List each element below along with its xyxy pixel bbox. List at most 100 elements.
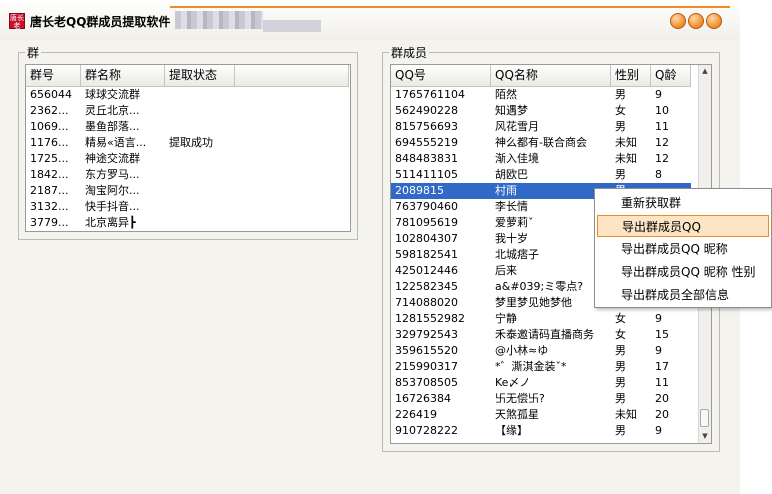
qq-number-cell: 763790460 xyxy=(395,200,458,213)
extract-status-cell: 提取成功 xyxy=(169,136,213,149)
member-row[interactable]: 910728222 【缘】 男 9 xyxy=(391,423,691,439)
qq-name-cell: 爱萝莉ˇ xyxy=(495,216,534,229)
group-name-cell: 北京离异┣ xyxy=(85,216,136,229)
groups-list[interactable]: 群号 群名称 提取状态 656044 球球交流群 2362... 灵丘北京... 106… xyxy=(25,64,351,232)
gender-cell: 男 xyxy=(615,120,626,133)
group-name-cell: 灵丘北京... xyxy=(85,104,140,117)
groups-list-header: 群号 群名称 提取状态 xyxy=(26,65,349,87)
gender-cell: 未知 xyxy=(615,152,637,165)
context-menu-item[interactable]: 重新获取群 xyxy=(597,192,769,214)
member-row[interactable]: 329792543 禾泰邀请码直播商务 女 15 xyxy=(391,327,691,343)
column-header-qq-age[interactable]: Q龄 xyxy=(651,65,691,87)
group-row[interactable]: 1842... 东方罗马... xyxy=(26,167,235,183)
group-id-cell: 2187... xyxy=(30,184,69,197)
group-id-cell: 1842... xyxy=(30,168,69,181)
qq-age-cell: 20 xyxy=(655,392,669,405)
extract-status-cell xyxy=(165,215,235,231)
qq-number-cell: 102804307 xyxy=(395,232,458,245)
member-row[interactable]: 16726384 卐无偿卐? 男 20 xyxy=(391,391,691,407)
column-header-extract-status[interactable]: 提取状态 xyxy=(165,65,235,87)
qq-age-cell: 12 xyxy=(655,136,669,149)
member-row[interactable]: 848483831 渐入佳境 未知 12 xyxy=(391,151,691,167)
qq-name-cell: 北城痞子 xyxy=(495,248,539,261)
qq-number-cell: 815756693 xyxy=(395,120,458,133)
qq-age-cell: 9 xyxy=(655,344,662,357)
gender-cell: 未知 xyxy=(615,408,637,421)
column-header-qq-name[interactable]: QQ名称 xyxy=(491,65,611,87)
qq-age-cell: 10 xyxy=(655,104,669,117)
member-row[interactable]: 1765761104 陌然 男 9 xyxy=(391,87,691,103)
maximize-button[interactable] xyxy=(688,13,704,29)
qq-age-cell: 12 xyxy=(655,152,669,165)
member-row[interactable]: 1281552982 宁静 女 9 xyxy=(391,311,691,327)
qq-name-cell: @小林≈ゆ xyxy=(495,344,549,357)
gender-cell: 女 xyxy=(615,104,626,117)
group-row[interactable]: 2362... 灵丘北京... xyxy=(26,103,235,119)
qq-name-cell: 【缘】 xyxy=(495,424,528,437)
group-name-cell: 东方罗马... xyxy=(85,168,140,181)
group-row[interactable]: 656044 球球交流群 xyxy=(26,87,235,103)
redacted-title-area xyxy=(175,11,263,29)
group-row[interactable]: 1069... 墨鱼部落... xyxy=(26,119,235,135)
window-title: 唐长老QQ群成员提取软件 xyxy=(30,15,171,29)
qq-age-cell: 9 xyxy=(655,312,662,325)
close-button[interactable] xyxy=(706,13,722,29)
qq-number-cell: 562490228 xyxy=(395,104,458,117)
scroll-down-arrow-icon[interactable]: ▼ xyxy=(699,430,711,443)
qq-number-cell: 329792543 xyxy=(395,328,458,341)
qq-number-cell: 511411105 xyxy=(395,168,458,181)
qq-name-cell: 我十岁 xyxy=(495,232,528,245)
member-row[interactable]: 815756693 风花雪月 男 11 xyxy=(391,119,691,135)
member-row[interactable]: 562490228 知遇梦 女 10 xyxy=(391,103,691,119)
qq-number-cell: 598182541 xyxy=(395,248,458,261)
column-header-group-name[interactable]: 群名称 xyxy=(81,65,165,87)
qq-name-cell: *゛澌淇金装ˇ* xyxy=(495,360,567,373)
gender-cell: 男 xyxy=(615,344,626,357)
scroll-up-arrow-icon[interactable]: ▲ xyxy=(699,65,711,78)
qq-name-cell: 天煞孤星 xyxy=(495,408,539,421)
title-bar[interactable]: 唐长老 唐长老QQ群成员提取软件 xyxy=(0,0,740,40)
gender-cell: 男 xyxy=(615,88,626,101)
group-row[interactable]: 2187... 淘宝阿尔... xyxy=(26,183,235,199)
member-row[interactable]: 226419 天煞孤星 未知 20 xyxy=(391,407,691,423)
context-menu-item[interactable]: 导出群成员全部信息 xyxy=(597,284,769,306)
redacted-title-area-2 xyxy=(263,20,321,32)
member-row[interactable]: 694555219 神么都有-联合商会 未知 12 xyxy=(391,135,691,151)
qq-number-cell: 1281552982 xyxy=(395,312,465,325)
extract-status-cell xyxy=(165,103,235,119)
qq-name-cell: 李长情 xyxy=(495,200,528,213)
gender-cell: 男 xyxy=(615,392,626,405)
member-row[interactable]: 215990317 *゛澌淇金装ˇ* 男 17 xyxy=(391,359,691,375)
group-id-cell: 3132... xyxy=(30,200,69,213)
minimize-button[interactable] xyxy=(670,13,686,29)
group-row[interactable]: 3132... 快手抖音... xyxy=(26,199,235,215)
scroll-thumb[interactable] xyxy=(700,409,709,427)
group-name-cell: 淘宝阿尔... xyxy=(85,184,140,197)
member-row[interactable]: 511411105 胡欧巴 男 8 xyxy=(391,167,691,183)
qq-number-cell: 215990317 xyxy=(395,360,458,373)
group-id-cell: 1176... xyxy=(30,136,69,149)
member-row[interactable]: 853708505 Ke〆ノ 男 11 xyxy=(391,375,691,391)
group-row[interactable]: 3779... 北京离异┣ xyxy=(26,215,235,231)
gender-cell: 女 xyxy=(615,312,626,325)
qq-number-cell: 1765761104 xyxy=(395,88,465,101)
group-row[interactable]: 1725... 神途交流群 xyxy=(26,151,235,167)
member-row[interactable]: 359615520 @小林≈ゆ 男 9 xyxy=(391,343,691,359)
context-menu-item[interactable]: 导出群成员QQ 昵称 性别 xyxy=(597,261,769,283)
qq-number-cell: 910728222 xyxy=(395,424,458,437)
qq-number-cell: 226419 xyxy=(395,408,437,421)
column-header-gender[interactable]: 性别 xyxy=(611,65,651,87)
group-row[interactable]: 1176... 精易«语言... 提取成功 xyxy=(26,135,235,151)
qq-age-cell: 11 xyxy=(655,120,669,133)
qq-number-cell: 122582345 xyxy=(395,280,458,293)
qq-name-cell: 禾泰邀请码直播商务 xyxy=(495,328,594,341)
gender-cell: 男 xyxy=(615,168,626,181)
context-menu-item[interactable]: 导出群成员QQ 昵称 xyxy=(597,238,769,260)
qq-number-cell: 714088020 xyxy=(395,296,458,309)
context-menu-item[interactable]: 导出群成员QQ xyxy=(597,215,769,237)
column-header-qq-number[interactable]: QQ号 xyxy=(391,65,491,87)
qq-name-cell: 村雨 xyxy=(495,184,517,197)
qq-age-cell: 15 xyxy=(655,328,669,341)
column-header-group-id[interactable]: 群号 xyxy=(26,65,81,87)
qq-number-cell: 2089815 xyxy=(395,184,444,197)
